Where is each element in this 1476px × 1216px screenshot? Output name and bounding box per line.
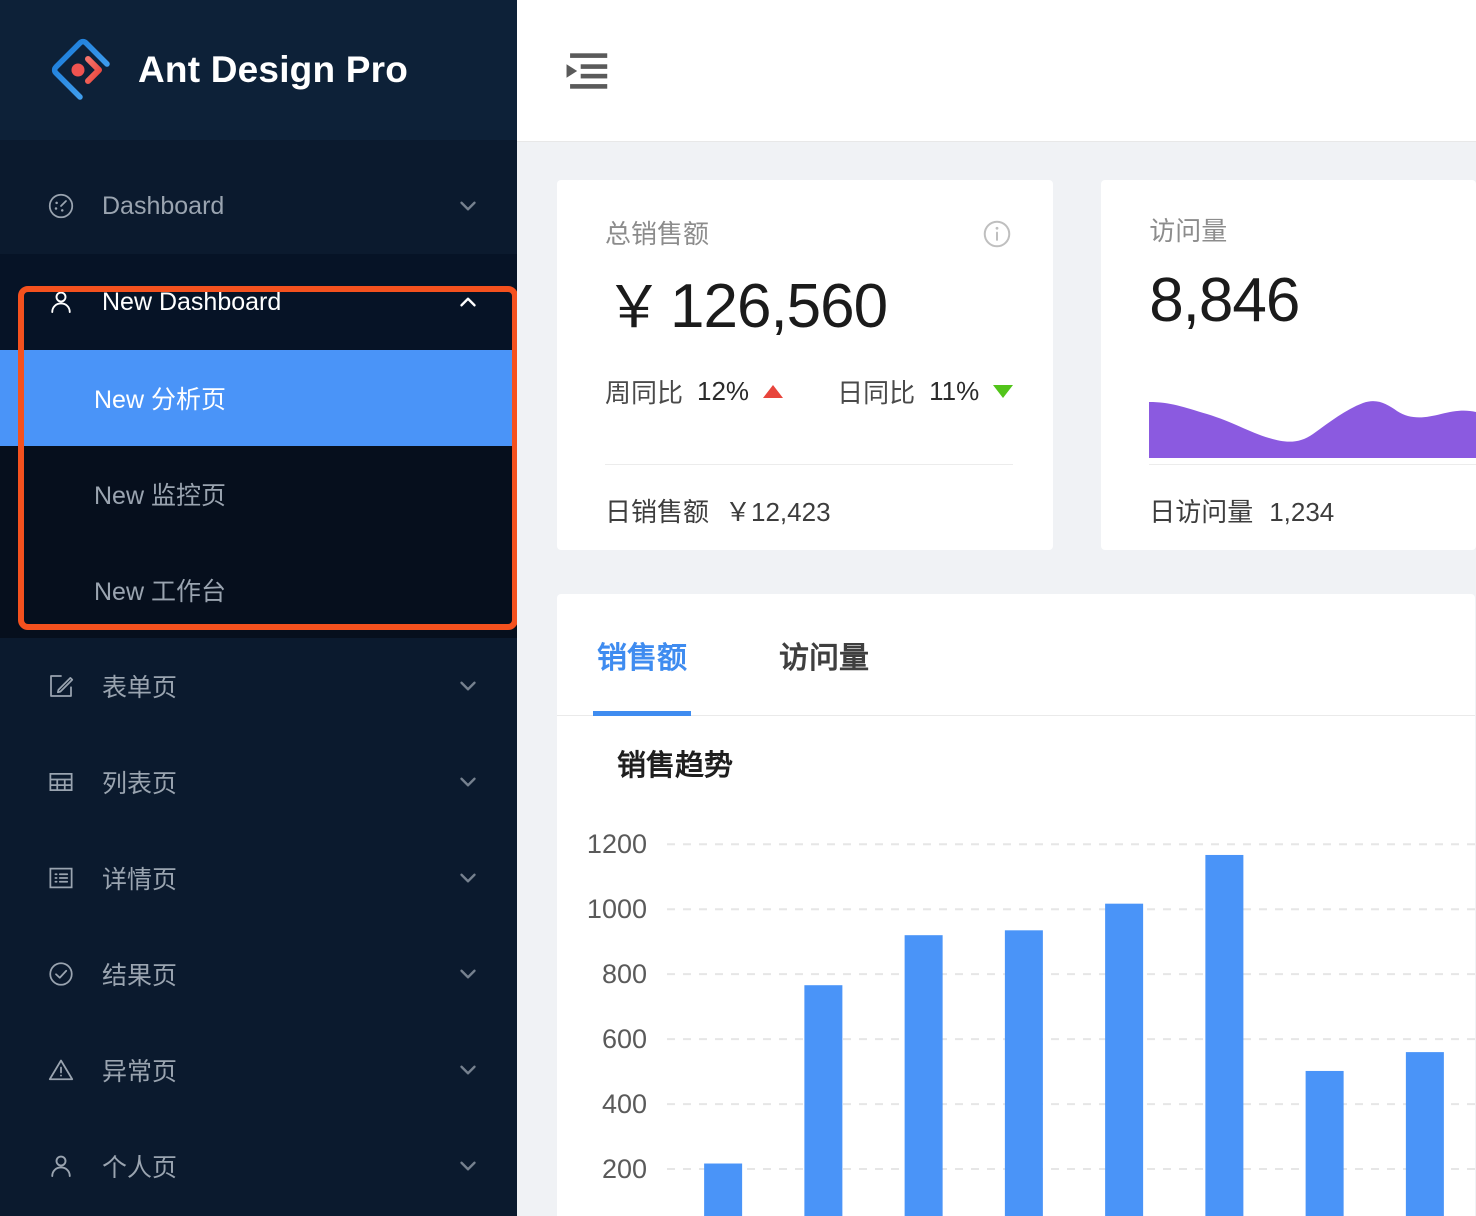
- sales-bar-chart: 1200 1000 800 600 400 200: [557, 810, 1475, 1216]
- info-circle-icon[interactable]: [981, 218, 1013, 250]
- bar: [704, 1163, 743, 1216]
- user-icon: [44, 285, 78, 319]
- chevron-down-icon: [455, 1153, 481, 1179]
- chevron-down-icon: [455, 961, 481, 987]
- bar: [1305, 1070, 1344, 1216]
- sales-chart-panel: 销售额 访问量 销售趋势 1200 1000 800 600 400 200: [557, 594, 1475, 1216]
- bar: [1205, 854, 1244, 1216]
- chevron-down-icon: [455, 673, 481, 699]
- currency-symbol: ￥: [605, 275, 663, 340]
- svg-text:400: 400: [602, 1089, 647, 1119]
- sidebar-item-exception[interactable]: 异常页: [0, 1022, 517, 1118]
- bar: [1004, 930, 1043, 1216]
- brand-header[interactable]: Ant Design Pro: [0, 0, 517, 140]
- chevron-down-icon: [455, 1057, 481, 1083]
- sidebar-menu: Dashboard New Dashboard New 分析页 New 监控页 …: [0, 140, 517, 1214]
- card-divider: [1149, 464, 1476, 465]
- chevron-up-icon: [455, 289, 481, 315]
- arrow-up-icon: [763, 385, 784, 399]
- card-visits: 访问量 8,846 日访问量 1,234: [1101, 180, 1476, 550]
- form-edit-icon: [44, 669, 78, 703]
- arrow-down-icon: [993, 385, 1014, 399]
- panel-tabs: 销售额 访问量: [557, 594, 1475, 716]
- sidebar-item-account[interactable]: 个人页: [0, 1118, 517, 1214]
- trend-value: 11%: [929, 376, 980, 407]
- trend-weekly: 周同比 12%: [605, 373, 784, 410]
- card-value: 8,846: [1149, 268, 1436, 333]
- trend-value: 12%: [697, 376, 750, 407]
- svg-text:800: 800: [602, 959, 647, 989]
- chart-title: 销售趋势: [617, 750, 734, 782]
- svg-text:1000: 1000: [587, 894, 647, 924]
- trend-label: 周同比: [605, 378, 684, 409]
- card-footer: 日销售额 ￥12,423: [605, 492, 831, 529]
- tab-visits[interactable]: 访问量: [775, 594, 873, 716]
- sidebar: Ant Design Pro Dashboard New Dashboard N…: [0, 0, 517, 1216]
- chevron-down-icon: [455, 865, 481, 891]
- bar: [1405, 1052, 1444, 1216]
- sidebar-subitem-new-analysis[interactable]: New 分析页: [0, 350, 517, 446]
- sidebar-item-result[interactable]: 结果页: [0, 926, 517, 1022]
- sidebar-item-label: 表单页: [102, 674, 178, 702]
- check-circle-icon: [44, 957, 78, 991]
- trend-row: 周同比 12% 日同比 11%: [605, 373, 1014, 410]
- sidebar-item-form[interactable]: 表单页: [0, 638, 517, 734]
- bar: [1105, 903, 1144, 1216]
- trend-daily: 日同比 11%: [837, 373, 1014, 410]
- bar: [904, 935, 943, 1216]
- top-header: [517, 0, 1476, 142]
- sidebar-item-list[interactable]: 列表页: [0, 734, 517, 830]
- svg-text:200: 200: [602, 1154, 647, 1184]
- card-footer-value: 1,234: [1269, 497, 1335, 527]
- card-footer-label: 日访问量: [1149, 497, 1254, 527]
- card-footer-label: 日销售额: [605, 497, 710, 527]
- sidebar-item-label: Dashboard: [102, 191, 225, 220]
- menu-fold-icon[interactable]: [561, 49, 611, 93]
- sidebar-item-detail[interactable]: 详情页: [0, 830, 517, 926]
- sidebar-item-dashboard[interactable]: Dashboard: [0, 158, 517, 254]
- sidebar-item-label: 详情页: [102, 866, 178, 894]
- ant-design-logo-icon: [48, 38, 112, 102]
- warning-triangle-icon: [44, 1053, 78, 1087]
- tab-sales[interactable]: 销售额: [593, 594, 691, 716]
- sidebar-submenu-new-dashboard: New 分析页 New 监控页 New 工作台: [0, 350, 517, 638]
- app-root: Ant Design Pro Dashboard New Dashboard N…: [0, 0, 1476, 1216]
- card-title-row: 总销售额: [605, 218, 1013, 250]
- card-value-number: 126,560: [670, 272, 888, 341]
- sidebar-item-label: 异常页: [102, 1058, 178, 1086]
- profile-detail-icon: [44, 861, 78, 895]
- sidebar-item-label: 列表页: [102, 770, 178, 798]
- dashboard-content: 总销售额 ￥ 126,560 周同比 12% 日同比 11% 日销售额 ￥12,…: [517, 142, 1476, 1216]
- sidebar-item-new-dashboard[interactable]: New Dashboard: [0, 254, 517, 350]
- trend-label: 日同比: [837, 378, 916, 409]
- svg-text:1200: 1200: [587, 829, 647, 859]
- stat-cards-row: 总销售额 ￥ 126,560 周同比 12% 日同比 11% 日销售额 ￥12,…: [557, 180, 1476, 550]
- card-value-number: 8,846: [1149, 266, 1300, 335]
- sidebar-subitem-new-workplace[interactable]: New 工作台: [0, 542, 517, 638]
- svg-text:600: 600: [602, 1024, 647, 1054]
- card-divider: [605, 464, 1014, 465]
- chevron-down-icon: [455, 193, 481, 219]
- chevron-down-icon: [455, 769, 481, 795]
- sidebar-item-label: New Dashboard: [102, 287, 282, 316]
- dashboard-icon: [44, 189, 78, 223]
- bar: [804, 985, 843, 1216]
- card-title-text: 访问量: [1149, 216, 1228, 246]
- sidebar-item-label: 个人页: [102, 1154, 178, 1182]
- sidebar-subitem-new-monitor[interactable]: New 监控页: [0, 446, 517, 542]
- card-footer: 日访问量 1,234: [1149, 492, 1334, 529]
- card-footer-value: ￥12,423: [725, 497, 831, 527]
- visits-sparkline-chart: [1149, 376, 1476, 458]
- card-value: ￥ 126,560: [605, 274, 1013, 339]
- main-content: 总销售额 ￥ 126,560 周同比 12% 日同比 11% 日销售额 ￥12,…: [517, 0, 1476, 1216]
- card-total-sales: 总销售额 ￥ 126,560 周同比 12% 日同比 11% 日销售额 ￥12,…: [557, 180, 1054, 550]
- brand-title: Ant Design Pro: [138, 49, 409, 90]
- table-grid-icon: [44, 765, 78, 799]
- card-title-text: 总销售额: [605, 219, 710, 249]
- user-icon: [44, 1149, 78, 1183]
- sidebar-item-label: 结果页: [102, 962, 178, 990]
- card-title-row: 访问量: [1149, 218, 1436, 244]
